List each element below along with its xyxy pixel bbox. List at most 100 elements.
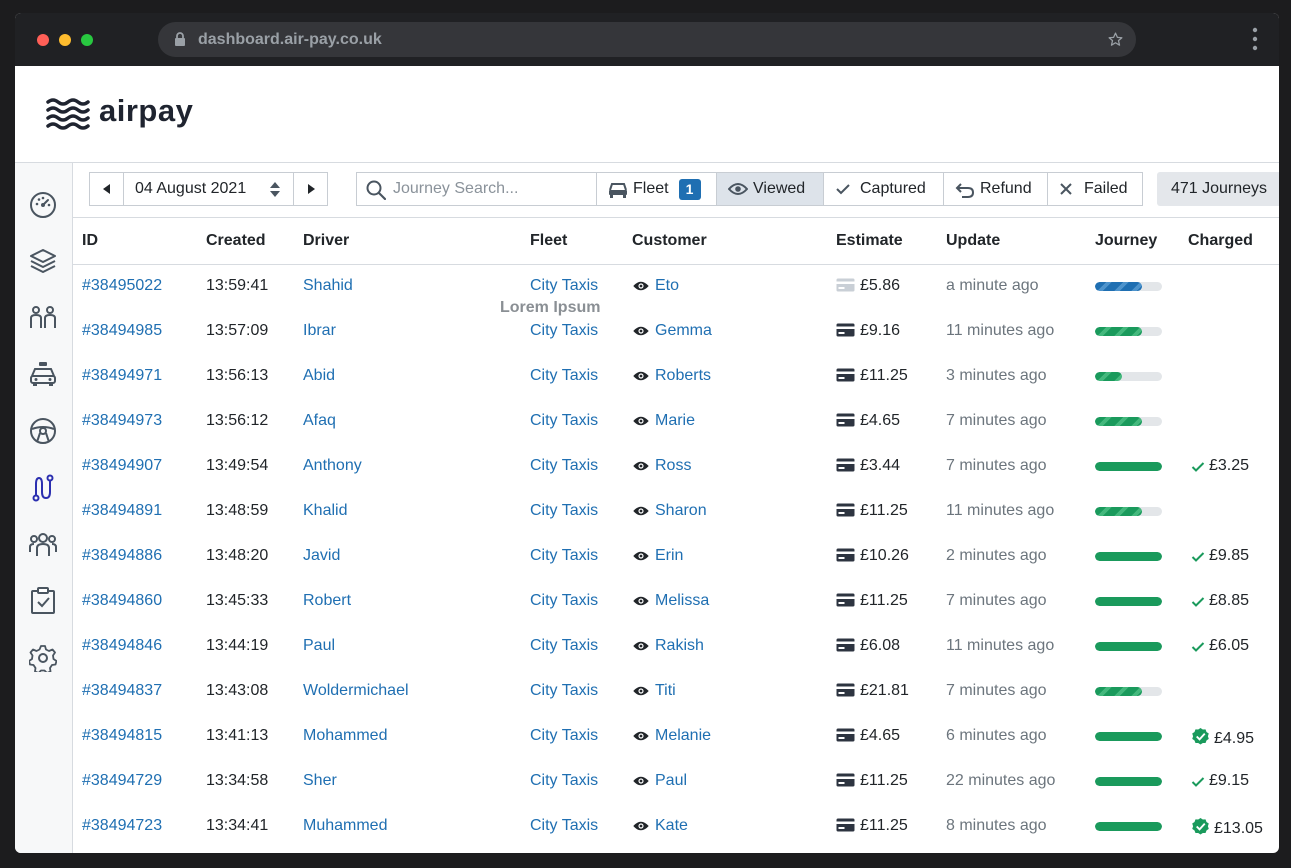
- journey-search-input[interactable]: Journey Search...: [356, 172, 597, 206]
- driver-link[interactable]: Mohammed: [303, 727, 387, 745]
- journey-id-link[interactable]: #38494846: [82, 637, 162, 655]
- table-row[interactable]: #38495022 13:59:41 Shahid City Taxis Eto £5.8…: [73, 265, 1279, 310]
- journey-id-link[interactable]: #38494886: [82, 547, 162, 565]
- customer-cell[interactable]: Paul: [632, 772, 687, 792]
- customer-link[interactable]: Erin: [655, 547, 683, 564]
- driver-link[interactable]: Sher: [303, 772, 337, 790]
- filter-viewed-button[interactable]: Viewed: [716, 172, 824, 206]
- dashboard-gauge-icon[interactable]: [29, 191, 57, 219]
- column-header-id[interactable]: ID: [82, 232, 98, 250]
- fleet-link[interactable]: City Taxis: [530, 277, 598, 295]
- minimize-window-button[interactable]: [59, 34, 71, 46]
- table-row[interactable]: #38494973 13:56:12 Afaq City Taxis Marie £4.6…: [73, 400, 1279, 445]
- fleet-link[interactable]: City Taxis: [530, 502, 598, 520]
- team-icon[interactable]: [29, 530, 57, 558]
- journeys-route-icon[interactable]: [29, 474, 57, 502]
- customer-link[interactable]: Eto: [655, 277, 679, 294]
- journey-id-link[interactable]: #38495022: [82, 277, 162, 295]
- journey-id-link[interactable]: #38494971: [82, 367, 162, 385]
- table-row[interactable]: #38494815 13:41:13 Mohammed City Taxis Melan…: [73, 715, 1279, 760]
- journey-id-link[interactable]: #38494837: [82, 682, 162, 700]
- previous-date-button[interactable]: [89, 172, 124, 206]
- date-selector[interactable]: 04 August 2021: [123, 172, 294, 206]
- fleet-link[interactable]: City Taxis: [530, 772, 598, 790]
- fleet-link[interactable]: City Taxis: [530, 817, 598, 835]
- address-bar[interactable]: dashboard.air-pay.co.uk: [158, 22, 1136, 57]
- column-header-fleet[interactable]: Fleet: [530, 232, 567, 250]
- next-date-button[interactable]: [293, 172, 328, 206]
- customer-cell[interactable]: Sharon: [632, 502, 707, 522]
- journey-id-link[interactable]: #38494860: [82, 592, 162, 610]
- fleet-link[interactable]: City Taxis: [530, 322, 598, 340]
- customer-link[interactable]: Sharon: [655, 502, 707, 519]
- customer-cell[interactable]: Erin: [632, 547, 683, 567]
- table-row[interactable]: #38494723 13:34:41 Muhammed City Taxis Kate £…: [73, 805, 1279, 850]
- taxi-icon[interactable]: [29, 361, 57, 389]
- fleet-link[interactable]: City Taxis: [530, 727, 598, 745]
- driver-link[interactable]: Shahid: [303, 277, 353, 295]
- fleet-link[interactable]: City Taxis: [530, 592, 598, 610]
- table-row[interactable]: #38494891 13:48:59 Khalid City Taxis Sharon £…: [73, 490, 1279, 535]
- table-row[interactable]: #38494837 13:43:08 Woldermichael City Taxis…: [73, 670, 1279, 715]
- customer-link[interactable]: Melanie: [655, 727, 711, 744]
- fleet-link[interactable]: City Taxis: [530, 457, 598, 475]
- fleet-link[interactable]: City Taxis: [530, 547, 598, 565]
- customer-link[interactable]: Ross: [655, 457, 691, 474]
- clipboard-check-icon[interactable]: [29, 587, 57, 615]
- customer-cell[interactable]: Kate: [632, 817, 688, 837]
- customer-cell[interactable]: Eto: [632, 277, 679, 297]
- fleet-link[interactable]: City Taxis: [530, 637, 598, 655]
- customer-link[interactable]: Roberts: [655, 367, 711, 384]
- journey-id-link[interactable]: #38494907: [82, 457, 162, 475]
- column-header-estimate[interactable]: Estimate: [836, 232, 903, 250]
- driver-link[interactable]: Abid: [303, 367, 335, 385]
- close-window-button[interactable]: [37, 34, 49, 46]
- customer-link[interactable]: Gemma: [655, 322, 712, 339]
- column-header-created[interactable]: Created: [206, 232, 266, 250]
- customer-cell[interactable]: Titi: [632, 682, 676, 702]
- filter-failed-button[interactable]: Failed: [1047, 172, 1143, 206]
- driver-link[interactable]: Javid: [303, 547, 340, 565]
- customer-link[interactable]: Kate: [655, 817, 688, 834]
- driver-link[interactable]: Woldermichael: [303, 682, 409, 700]
- table-row[interactable]: #38494846 13:44:19 Paul City Taxis Rakish £6.…: [73, 625, 1279, 670]
- column-header-customer[interactable]: Customer: [632, 232, 707, 250]
- customer-link[interactable]: Titi: [655, 682, 676, 699]
- table-row[interactable]: #38494860 13:45:33 Robert City Taxis Melissa…: [73, 580, 1279, 625]
- table-row[interactable]: #38494886 13:48:20 Javid City Taxis Erin £10.…: [73, 535, 1279, 580]
- driver-link[interactable]: Paul: [303, 637, 335, 655]
- browser-menu-icon[interactable]: [1252, 27, 1258, 56]
- customer-link[interactable]: Marie: [655, 412, 695, 429]
- column-header-update[interactable]: Update: [946, 232, 1000, 250]
- journey-id-link[interactable]: #38494815: [82, 727, 162, 745]
- fleet-link[interactable]: City Taxis: [530, 367, 598, 385]
- fleet-link[interactable]: City Taxis: [530, 682, 598, 700]
- driver-link[interactable]: Khalid: [303, 502, 347, 520]
- journey-id-link[interactable]: #38494723: [82, 817, 162, 835]
- table-row[interactable]: #38494971 13:56:13 Abid City Taxis Roberts £1…: [73, 355, 1279, 400]
- brand-name[interactable]: airpay: [99, 93, 193, 129]
- customer-link[interactable]: Paul: [655, 772, 687, 789]
- driver-link[interactable]: Muhammed: [303, 817, 387, 835]
- customer-link[interactable]: Rakish: [655, 637, 704, 654]
- driver-link[interactable]: Anthony: [303, 457, 362, 475]
- column-header-driver[interactable]: Driver: [303, 232, 349, 250]
- table-row[interactable]: #38494907 13:49:54 Anthony City Taxis Ross £3…: [73, 445, 1279, 490]
- driver-link[interactable]: Robert: [303, 592, 351, 610]
- customer-cell[interactable]: Marie: [632, 412, 695, 432]
- journey-id-link[interactable]: #38494729: [82, 772, 162, 790]
- customer-cell[interactable]: Gemma: [632, 322, 712, 342]
- customer-cell[interactable]: Melanie: [632, 727, 711, 747]
- journey-id-link[interactable]: #38494973: [82, 412, 162, 430]
- settings-gear-icon[interactable]: [28, 644, 58, 674]
- table-row[interactable]: #38494985 13:57:09 Ibrar City Taxis Gemma £9.…: [73, 310, 1279, 355]
- drivers-icon[interactable]: [29, 304, 57, 332]
- maximize-window-button[interactable]: [81, 34, 93, 46]
- fleet-link[interactable]: City Taxis: [530, 412, 598, 430]
- airpay-logo-icon[interactable]: [46, 98, 90, 135]
- customer-cell[interactable]: Rakish: [632, 637, 704, 657]
- journey-id-link[interactable]: #38494891: [82, 502, 162, 520]
- driver-link[interactable]: Afaq: [303, 412, 336, 430]
- filter-fleet-button[interactable]: Fleet 1: [596, 172, 716, 206]
- filter-captured-button[interactable]: Captured: [823, 172, 944, 206]
